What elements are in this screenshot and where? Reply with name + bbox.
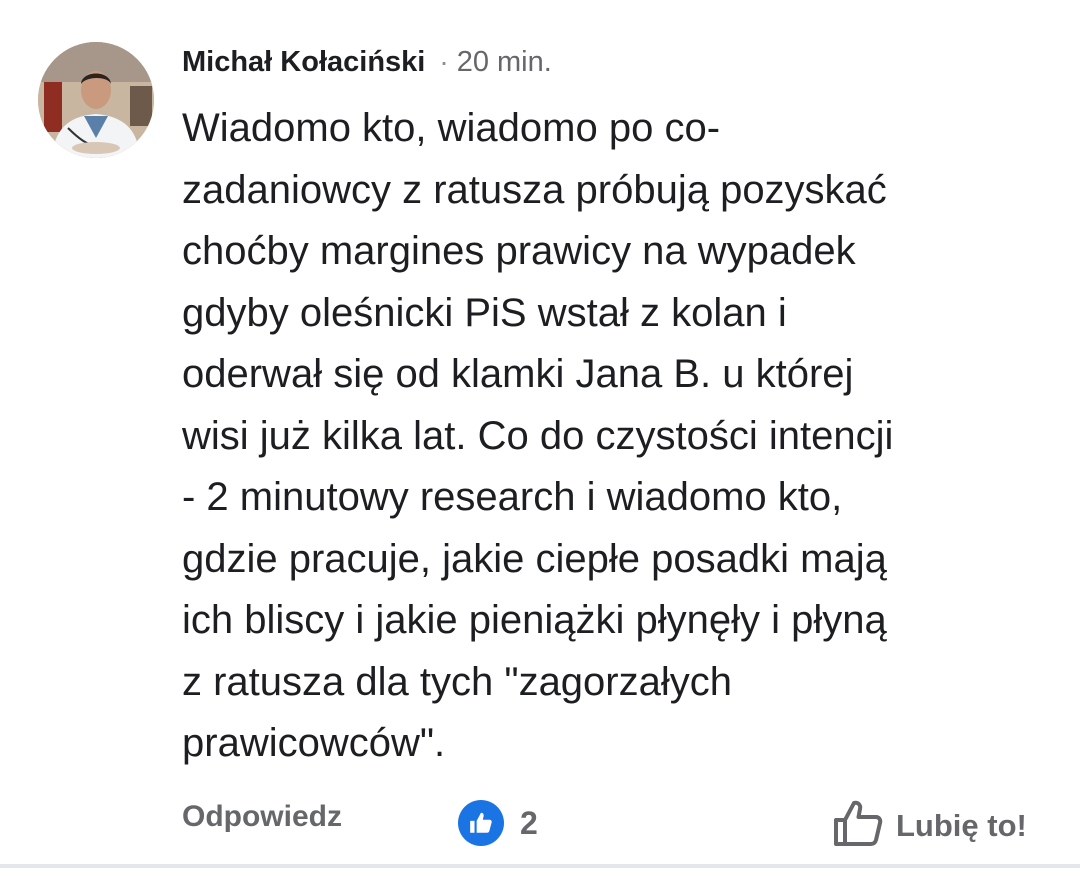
comment-line: Wiadomo kto, wiadomo po co- [182,106,721,150]
reaction-count: 2 [520,804,538,841]
avatar[interactable] [38,42,154,158]
comment-time[interactable]: 20 min. [457,46,552,79]
comment-line: ich bliscy i jakie pieniążki płynęły i p… [182,598,887,642]
avatar-photo [38,42,154,158]
comment-actions: Odpowiedz 2 Lubię to! [0,796,1080,852]
header-separator: · [439,46,449,77]
comment-line: gdzie pracuje, jakie ciepłe posadki mają [182,536,887,581]
like-button-label: Lubię to! [896,807,1027,843]
comment-line: wisi już kilka lat. Co do czystości inte… [182,413,894,458]
comment-line: zadaniowcy z ratusza próbują pozyskać [182,167,887,212]
reply-button[interactable]: Odpowiedz [182,800,342,834]
comment-line: gdyby oleśnicki PiS wstał z kolan i [182,290,787,335]
thumbs-up-icon [832,798,884,853]
comment-line: oderwał się od klamki Jana B. u której [182,352,854,396]
comment-line: prawicowców". [182,721,446,765]
comment-line: choćby margines prawicy na wypadek [182,229,856,273]
comment-body: Wiadomo kto, wiadomo po co- zadaniowcy z… [182,98,1062,775]
divider [0,864,1080,868]
comment-line: z ratusza dla tych "zagorzałych [182,659,732,704]
comment-line: - 2 minutowy research i wiadomo kto, [182,475,843,519]
like-button[interactable]: Lubię to! [832,798,1027,853]
author-name[interactable]: Michał Kołaciński [182,46,425,79]
reaction-summary[interactable]: 2 [458,800,538,846]
comment-header: Michał Kołaciński · 20 min. [182,40,552,84]
like-reaction-icon [458,800,504,846]
